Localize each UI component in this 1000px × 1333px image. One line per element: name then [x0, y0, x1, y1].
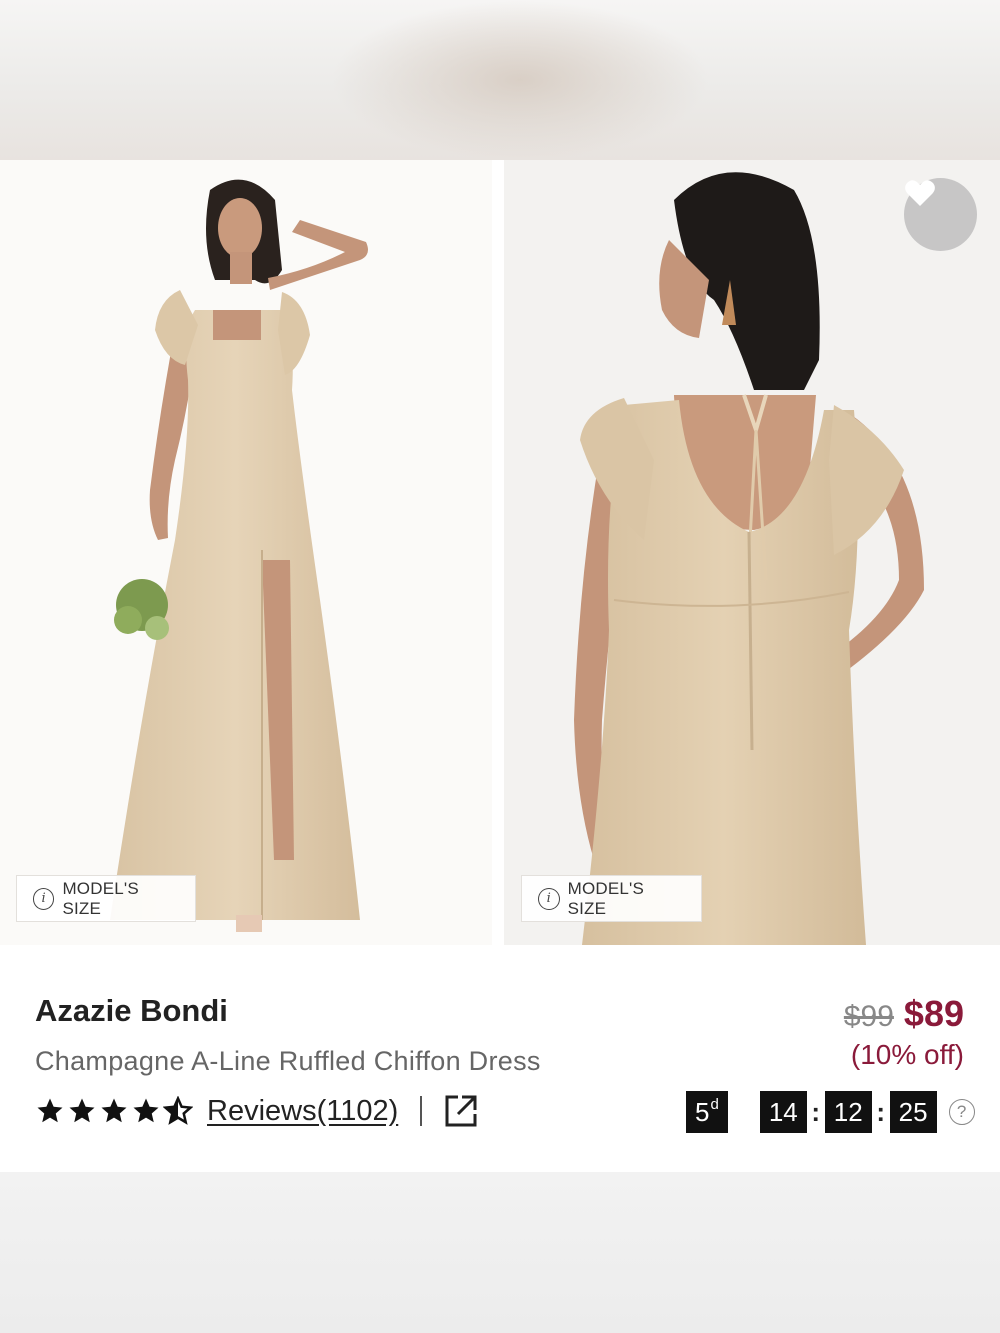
help-icon[interactable]: ?	[948, 1099, 975, 1125]
sale-price: $89	[903, 993, 964, 1034]
rating-row: Reviews(1102)	[35, 1093, 478, 1129]
star-icon	[133, 1098, 159, 1123]
external-link-icon[interactable]	[444, 1094, 478, 1128]
product-gallery: i MODEL'S SIZE i MODEL'S SIZE	[0, 160, 1000, 945]
countdown-seconds: 25	[889, 1091, 937, 1133]
product-brand: Azazie Bondi	[35, 993, 228, 1028]
wishlist-button[interactable]	[904, 178, 977, 251]
models-size-label: MODEL'S SIZE	[62, 878, 139, 918]
price-row: $99 $89	[844, 993, 964, 1035]
star-icon	[101, 1098, 127, 1123]
countdown-days-value: 5	[695, 1096, 710, 1127]
back-view-illustration	[504, 160, 1000, 945]
original-price: $99	[843, 1000, 894, 1033]
divider	[420, 1096, 423, 1126]
info-icon: i	[33, 887, 55, 910]
countdown-days-unit: d	[710, 1095, 719, 1113]
product-description: Champagne A-Line Ruffled Chiffon Dress	[35, 1046, 541, 1076]
star-icon	[69, 1098, 95, 1123]
top-blurred-area	[0, 0, 1000, 160]
star-half-icon	[163, 1096, 193, 1125]
rating-stars	[35, 1096, 193, 1126]
countdown-days: 5d	[686, 1091, 728, 1133]
info-icon: i	[538, 887, 560, 910]
heart-icon	[905, 180, 935, 206]
countdown-separator: :	[811, 1096, 821, 1127]
product-photo-back[interactable]: i MODEL'S SIZE	[504, 160, 1000, 945]
countdown-minutes: 12	[824, 1091, 872, 1133]
product-info-panel: Azazie Bondi Champagne A-Line Ruffled Ch…	[0, 945, 1000, 1172]
models-size-label: MODEL'S SIZE	[567, 878, 645, 918]
countdown-hours: 14	[759, 1091, 807, 1133]
models-size-badge[interactable]: i MODEL'S SIZE	[16, 875, 196, 922]
front-view-illustration	[0, 160, 492, 945]
reviews-link[interactable]: Reviews(1102)	[207, 1095, 398, 1128]
product-photo-front[interactable]: i MODEL'S SIZE	[0, 160, 492, 945]
sale-countdown: 5d 14 : 12 : 25 ?	[686, 1091, 975, 1133]
bottom-blurred-area	[0, 1172, 1000, 1333]
models-size-badge[interactable]: i MODEL'S SIZE	[521, 875, 702, 922]
star-icon	[37, 1098, 63, 1123]
countdown-separator: :	[876, 1096, 885, 1127]
discount-label: (10% off)	[850, 1039, 964, 1070]
